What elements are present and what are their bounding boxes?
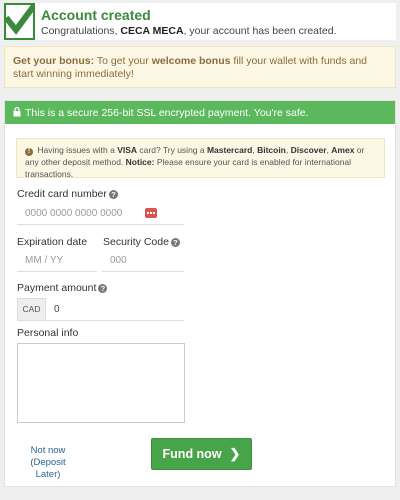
not-now-link[interactable]: Not now (Deposit Later) — [17, 445, 79, 481]
help-icon[interactable]: ? — [170, 238, 180, 247]
expiration-input[interactable] — [17, 250, 97, 272]
card-number-label: Credit card number? — [17, 188, 118, 200]
bonus-highlight: welcome bonus — [151, 55, 231, 67]
chevron-right-icon: ❯ — [229, 446, 241, 461]
security-code-input[interactable] — [102, 250, 184, 272]
notice-bold: VISA — [117, 145, 138, 155]
bonus-alert: Get your bonus: To get your welcome bonu… — [4, 46, 396, 88]
payment-card: This is a secure 256-bit SSL encrypted p… — [4, 100, 396, 487]
payment-amount-label-text: Payment amount — [17, 282, 97, 294]
card-number-label-text: Credit card number — [17, 188, 107, 200]
card-issue-notice: ! Having issues with a VISA card? Try us… — [16, 138, 385, 179]
confirmation-title: Account created — [41, 7, 151, 23]
confirmation-message: Congratulations, CECA MECA, your account… — [41, 25, 337, 37]
ssl-banner: This is a secure 256-bit SSL encrypted p… — [5, 101, 395, 124]
not-now-line2: (Deposit Later) — [30, 457, 66, 480]
credit-card-icon — [145, 208, 157, 218]
username: CECA MECA — [120, 25, 184, 37]
ssl-text: This is a secure 256-bit SSL encrypted p… — [25, 107, 309, 119]
fund-now-label: Fund now — [162, 447, 222, 461]
bonus-label: Get your bonus: — [13, 55, 95, 67]
not-now-line1: Not now — [30, 445, 66, 456]
currency-addon: CAD — [17, 298, 46, 321]
message-prefix: Congratulations, — [41, 25, 121, 37]
account-created-banner: Account created Congratulations, CECA ME… — [4, 3, 396, 40]
security-code-label-text: Security Code — [103, 236, 169, 248]
notice-text: card? Try using a — [137, 145, 207, 155]
info-icon: ! — [25, 148, 33, 156]
card-number-input[interactable] — [17, 203, 184, 225]
help-icon[interactable]: ? — [98, 284, 108, 293]
notice-bold: Bitcoin — [257, 145, 286, 155]
payment-amount-label: Payment amount? — [17, 282, 108, 294]
notice-text: Having issues with a — [35, 145, 118, 155]
notice-bold: Amex — [331, 145, 355, 155]
notice-bold: Mastercard — [206, 145, 253, 155]
bonus-text-before: To get your — [94, 55, 152, 67]
notice-bold: Discover — [290, 145, 327, 155]
notice-bold: Notice: — [125, 157, 155, 167]
help-icon[interactable]: ? — [108, 190, 118, 199]
personal-info-label: Personal info — [17, 327, 79, 339]
lock-icon — [13, 106, 21, 120]
security-code-label: Security Code? — [103, 236, 180, 248]
fund-now-button[interactable]: Fund now ❯ — [151, 438, 252, 470]
payment-amount-input[interactable] — [46, 298, 184, 321]
personal-info-textarea[interactable] — [17, 343, 185, 423]
expiration-label: Expiration date — [17, 236, 88, 248]
checkmark-icon — [4, 3, 35, 40]
message-suffix: , your account has been created. — [183, 25, 337, 37]
